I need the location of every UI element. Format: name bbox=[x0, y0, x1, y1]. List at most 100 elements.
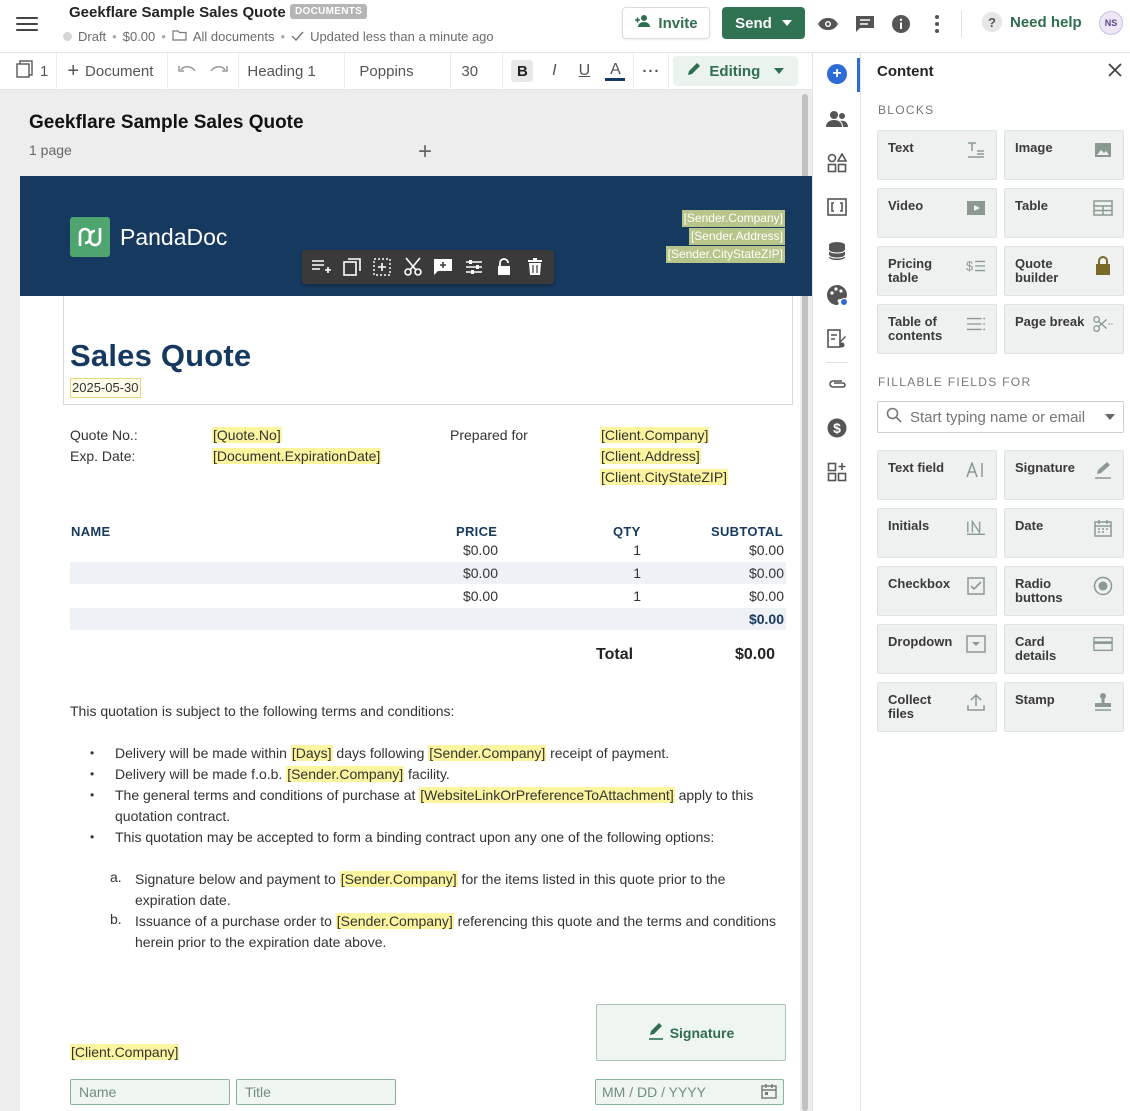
block-table[interactable]: Table bbox=[1004, 188, 1124, 238]
recipient-search-box[interactable] bbox=[877, 401, 1124, 433]
name-field[interactable]: Name bbox=[70, 1079, 230, 1105]
field-initials[interactable]: Initials bbox=[877, 508, 997, 558]
database-icon[interactable] bbox=[826, 240, 848, 262]
add-comment-icon[interactable] bbox=[432, 256, 454, 278]
sender-company-field[interactable]: [Sender.Company] bbox=[428, 745, 547, 761]
invite-button[interactable]: Invite bbox=[622, 7, 710, 39]
recipient-search-input[interactable] bbox=[910, 408, 1090, 426]
add-document-button[interactable]: + Document bbox=[57, 52, 169, 90]
term-delivery-days[interactable]: Delivery will be made within [Days] days… bbox=[115, 743, 669, 764]
unlock-icon[interactable] bbox=[493, 256, 515, 278]
shapes-icon[interactable] bbox=[826, 152, 848, 174]
insert-below-icon[interactable] bbox=[310, 256, 332, 278]
sender-company-field[interactable]: [Sender.Company] bbox=[286, 766, 405, 782]
settings-sliders-icon[interactable] bbox=[463, 256, 485, 278]
term-delivery-fob[interactable]: Delivery will be made f.o.b. [Sender.Com… bbox=[115, 764, 450, 785]
comments-icon[interactable] bbox=[853, 12, 877, 36]
select-block-icon[interactable] bbox=[371, 256, 393, 278]
sender-company-field[interactable]: [Sender.Company] bbox=[335, 913, 454, 929]
block-pricing-table[interactable]: Pricing table $ bbox=[877, 246, 997, 296]
client-city-field[interactable]: [Client.CityStateZIP] bbox=[600, 469, 729, 485]
payment-dollar-icon[interactable]: $ bbox=[826, 417, 848, 439]
block-image[interactable]: Image bbox=[1004, 130, 1124, 180]
field-date[interactable]: Date bbox=[1004, 508, 1124, 558]
more-vertical-icon[interactable] bbox=[925, 12, 949, 36]
menu-icon[interactable] bbox=[16, 14, 38, 34]
table-row-price[interactable]: $0.00 bbox=[463, 542, 498, 558]
term-general-conditions[interactable]: The general terms and conditions of purc… bbox=[115, 785, 753, 806]
field-signature[interactable]: Signature bbox=[1004, 450, 1124, 500]
client-address-field[interactable]: [Client.Address] bbox=[600, 448, 701, 464]
font-size-input[interactable]: 30 bbox=[451, 52, 504, 90]
more-options-button[interactable]: ··· bbox=[633, 52, 670, 90]
table-row-qty[interactable]: 1 bbox=[633, 565, 641, 581]
font-family-select[interactable]: Poppins bbox=[345, 52, 452, 90]
website-link-field[interactable]: [WebsiteLinkOrPreferenceToAttachment] bbox=[419, 787, 675, 803]
field-radio-buttons[interactable]: Radio buttons bbox=[1004, 566, 1124, 616]
apps-add-icon[interactable] bbox=[826, 461, 848, 483]
page-thumbnails-button[interactable]: 1 bbox=[0, 52, 58, 90]
term-binding-contract[interactable]: This quotation may be accepted to form a… bbox=[115, 827, 714, 848]
quote-no-field[interactable]: [Quote.No] bbox=[212, 427, 282, 443]
sender-company-field[interactable]: [Sender.Company] bbox=[339, 871, 458, 887]
block-video[interactable]: Video bbox=[877, 188, 997, 238]
workflow-icon[interactable] bbox=[826, 328, 848, 350]
recipients-icon[interactable] bbox=[826, 108, 848, 130]
client-company-field[interactable]: [Client.Company] bbox=[600, 427, 710, 443]
editing-mode-button[interactable]: Editing bbox=[673, 56, 799, 86]
variables-icon[interactable] bbox=[826, 196, 848, 218]
field-dropdown[interactable]: Dropdown bbox=[877, 624, 997, 674]
table-row-price[interactable]: $0.00 bbox=[463, 565, 498, 581]
italic-button[interactable]: I bbox=[545, 62, 563, 80]
date-field[interactable]: 2025-05-30 bbox=[70, 378, 141, 398]
option-purchase-order[interactable]: Issuance of a purchase order to [Sender.… bbox=[135, 911, 776, 932]
document-heading[interactable]: Sales Quote bbox=[70, 338, 251, 374]
signer-company-field[interactable]: [Client.Company] bbox=[70, 1044, 180, 1060]
term-general-conditions-cont[interactable]: quotation contract. bbox=[115, 806, 230, 827]
table-row-qty[interactable]: 1 bbox=[633, 588, 641, 604]
chevron-down-icon[interactable] bbox=[1105, 414, 1115, 420]
document-title[interactable]: Geekflare Sample Sales Quote bbox=[69, 4, 286, 21]
terms-intro[interactable]: This quotation is subject to the followi… bbox=[70, 701, 454, 722]
option-purchase-order-cont[interactable]: herein prior to the expiration date abov… bbox=[135, 932, 386, 953]
text-style-select[interactable]: Heading 1 bbox=[239, 52, 346, 90]
need-help-button[interactable]: ? Need help bbox=[982, 12, 1082, 32]
date-signed-field[interactable]: MM / DD / YYYY bbox=[595, 1079, 784, 1105]
field-card-details[interactable]: Card details bbox=[1004, 624, 1124, 674]
option-signature-cont[interactable]: expiration date. bbox=[135, 890, 231, 911]
option-signature[interactable]: Signature below and payment to [Sender.C… bbox=[135, 869, 725, 890]
block-page-break[interactable]: Page break bbox=[1004, 304, 1124, 354]
exp-date-field[interactable]: [Document.ExpirationDate] bbox=[212, 448, 382, 464]
field-checkbox[interactable]: Checkbox bbox=[877, 566, 997, 616]
signature-field[interactable]: Signature bbox=[596, 1004, 786, 1061]
folder-link[interactable]: All documents bbox=[193, 29, 275, 44]
user-avatar[interactable]: NS bbox=[1099, 11, 1123, 35]
add-page-icon[interactable]: + bbox=[418, 138, 432, 166]
table-row-qty[interactable]: 1 bbox=[633, 542, 641, 558]
undo-icon[interactable] bbox=[178, 63, 197, 80]
block-text[interactable]: Text bbox=[877, 130, 997, 180]
design-palette-icon[interactable] bbox=[826, 284, 848, 306]
sender-company-field[interactable]: [Sender.Company] bbox=[681, 210, 785, 227]
send-button[interactable]: Send bbox=[722, 7, 805, 39]
field-collect-files[interactable]: Collect files bbox=[877, 682, 997, 732]
table-row-price[interactable]: $0.00 bbox=[463, 588, 498, 604]
add-content-icon[interactable]: + bbox=[827, 64, 847, 84]
field-stamp[interactable]: Stamp bbox=[1004, 682, 1124, 732]
bold-button[interactable]: B bbox=[511, 60, 534, 82]
days-field[interactable]: [Days] bbox=[290, 745, 333, 761]
redo-icon[interactable] bbox=[210, 63, 229, 80]
block-table-of-contents[interactable]: Table of contents bbox=[877, 304, 997, 354]
title-field[interactable]: Title bbox=[236, 1079, 396, 1105]
scissors-icon[interactable] bbox=[402, 256, 424, 278]
sender-city-field[interactable]: [Sender.CityStateZIP] bbox=[665, 246, 785, 263]
info-icon[interactable] bbox=[889, 12, 913, 36]
field-text-field[interactable]: Text field bbox=[877, 450, 997, 500]
close-icon[interactable] bbox=[1108, 60, 1122, 83]
block-quote-builder[interactable]: Quote builder bbox=[1004, 246, 1124, 296]
underline-button[interactable]: U bbox=[575, 62, 593, 80]
duplicate-icon[interactable] bbox=[341, 256, 363, 278]
sender-address-field[interactable]: [Sender.Address] bbox=[688, 228, 785, 245]
trash-icon[interactable] bbox=[524, 256, 546, 278]
preview-eye-icon[interactable] bbox=[816, 12, 840, 36]
